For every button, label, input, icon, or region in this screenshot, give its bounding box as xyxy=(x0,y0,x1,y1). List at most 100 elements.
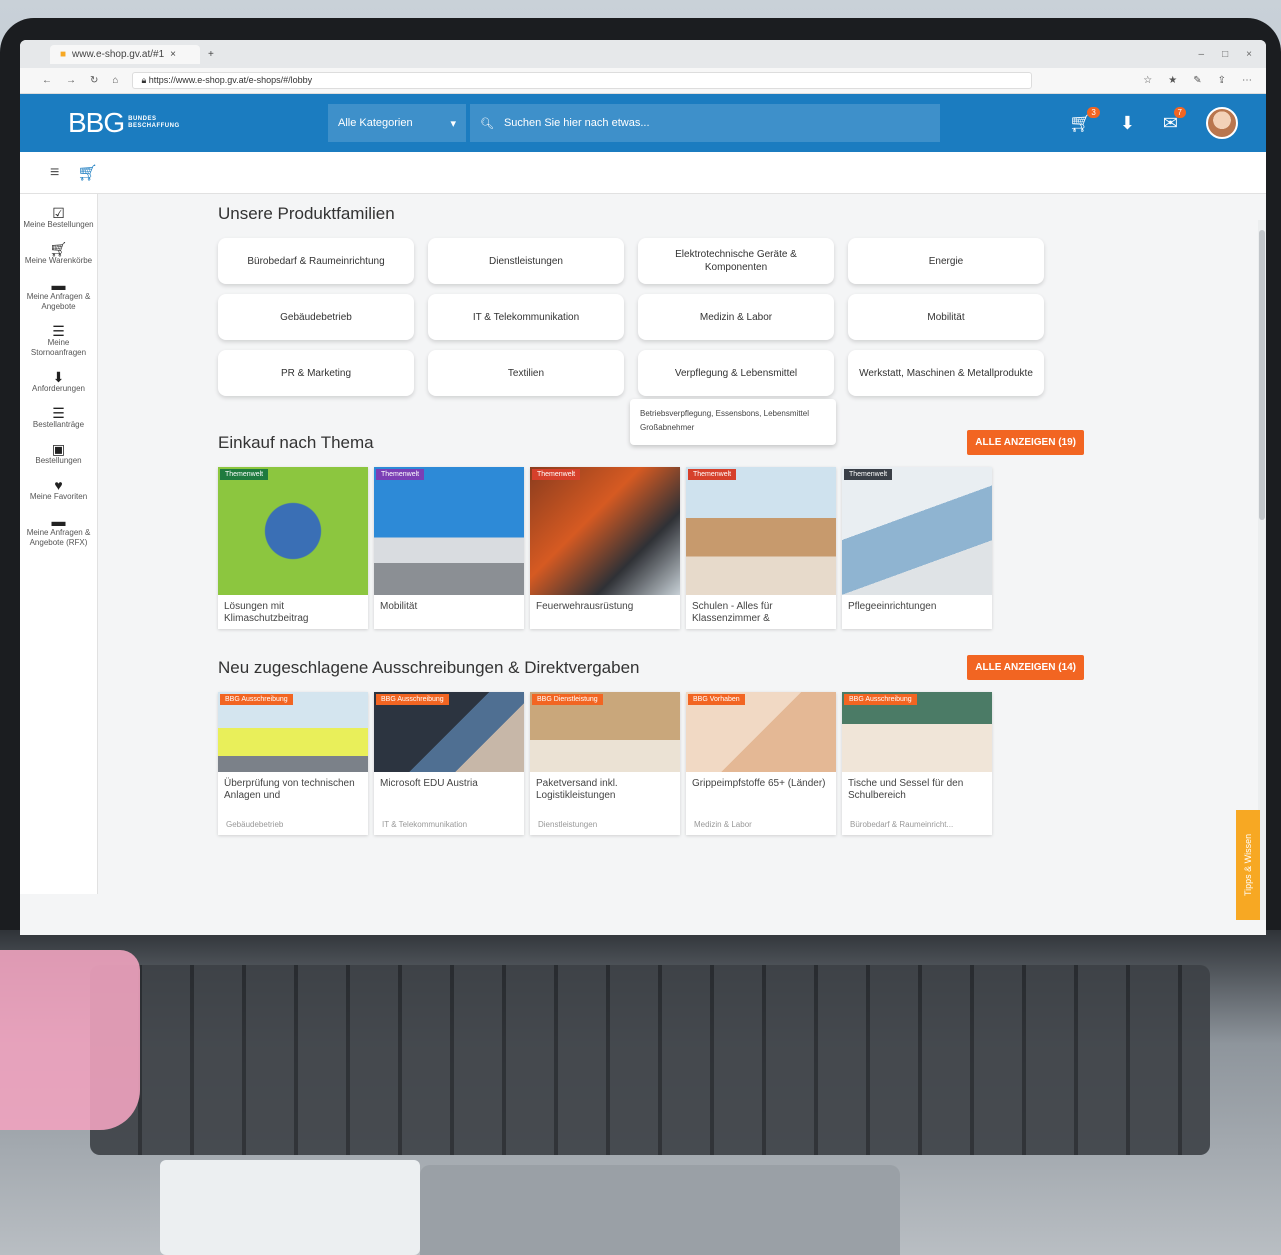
tender-title: Microsoft EDU Austria xyxy=(380,778,478,789)
more-icon[interactable]: ⋯ xyxy=(1242,75,1252,86)
sidebar-item-rfx[interactable]: ▬ Meine Anfragen & Angebote (RFX) xyxy=(22,513,96,548)
tender-title: Grippeimpfstoffe 65+ (Länder) xyxy=(692,778,826,789)
tender-tag: BBG Dienstleistung xyxy=(532,694,603,705)
theme-title: Pflegeeinrichtungen xyxy=(848,601,937,612)
sidebar-item-anforderungen[interactable]: ⬇ Anforderungen xyxy=(22,370,96,394)
sidebar-item-anfragen[interactable]: ▬ Meine Anfragen & Angebote xyxy=(22,277,96,312)
address-bar[interactable]: 🔒︎ https://www.e-shop.gv.at/e-shops/#/lo… xyxy=(132,72,1033,89)
new-tab-icon[interactable]: + xyxy=(208,49,214,60)
tender-category: Dienstleistungen xyxy=(538,820,598,829)
family-button[interactable]: IT & Telekommunikation xyxy=(428,294,624,340)
theme-title: Schulen - Alles für Klassenzimmer & xyxy=(692,601,773,624)
family-button[interactable]: Medizin & Labor xyxy=(638,294,834,340)
cart-icon: 🛒︎ xyxy=(49,241,68,257)
cart-shortcut-icon[interactable]: 🛒︎ xyxy=(77,163,97,183)
sidebar-item-label: Meine Favoriten xyxy=(29,492,88,501)
theme-tag: Themenwelt xyxy=(376,469,425,480)
pen-icon[interactable]: ✎ xyxy=(1193,75,1201,86)
sidebar-item-bestellungen-all[interactable]: ▣ Bestellungen xyxy=(22,442,96,466)
theme-card[interactable]: Themenwelt Schulen - Alles für Klassenzi… xyxy=(686,467,836,629)
tenders-header: Neu zugeschlagene Ausschreibungen & Dire… xyxy=(218,655,1084,680)
browser-tab[interactable]: ■ www.e-shop.gv.at/#1 × xyxy=(50,44,200,64)
theme-card[interactable]: Themenwelt Feuerwehrausrüstung xyxy=(530,467,680,629)
back-icon[interactable]: ← xyxy=(42,75,52,86)
family-button[interactable]: Bürobedarf & Raumeinrichtung xyxy=(218,238,414,284)
family-button[interactable]: Verpflegung & Lebensmittel xyxy=(638,350,834,396)
trackpad xyxy=(420,1165,900,1255)
page-layout: ☑ Meine Bestellungen 🛒︎ Meine Warenkörbe… xyxy=(20,194,1266,894)
family-button[interactable]: Dienstleistungen xyxy=(428,238,624,284)
scroll-thumb[interactable] xyxy=(1259,230,1265,520)
home-icon[interactable]: ⌂ xyxy=(112,75,118,86)
tender-image: BBG Ausschreibung xyxy=(374,692,524,772)
bbg-logo[interactable]: BBG BUNDES BESCHAFFUNG xyxy=(68,107,328,139)
product-families-grid: Bürobedarf & Raumeinrichtung Dienstleist… xyxy=(218,238,1044,396)
tender-category: IT & Telekommunikation xyxy=(382,820,468,829)
sidebar-item-stornoanfragen[interactable]: ☰ Meine Stornoanfragen xyxy=(22,323,96,358)
sidebar-item-bestellantraege[interactable]: ☰ Bestellanträge xyxy=(22,405,96,430)
sidebar-item-label: Meine Anfragen & Angebote xyxy=(26,292,91,311)
sidebar-item-warenkoerbe[interactable]: 🛒︎ Meine Warenkörbe xyxy=(22,241,96,266)
theme-card[interactable]: Themenwelt Mobilität xyxy=(374,467,524,629)
tender-tag: BBG Vorhaben xyxy=(688,694,745,705)
forward-icon[interactable]: → xyxy=(66,75,76,86)
tender-card[interactable]: BBG Ausschreibung Tische und Sessel für … xyxy=(842,692,992,835)
sidebar-item-favoriten[interactable]: ♥ Meine Favoriten xyxy=(22,477,96,502)
chat-icon: ▬ xyxy=(51,277,66,293)
theme-card[interactable]: Themenwelt Pflegeeinrichtungen xyxy=(842,467,992,629)
tips-tab[interactable]: Tipps & Wissen xyxy=(1236,810,1260,920)
tenders-show-all-button[interactable]: ALLE ANZEIGEN (14) xyxy=(967,655,1084,680)
theme-card[interactable]: Themenwelt Lösungen mit Klimaschutzbeitr… xyxy=(218,467,368,629)
search-input[interactable]: 🔍︎ Suchen Sie hier nach etwas... xyxy=(470,104,940,142)
tender-tag: BBG Ausschreibung xyxy=(376,694,449,705)
tender-card[interactable]: BBG Ausschreibung Überprüfung von techni… xyxy=(218,692,368,835)
family-tooltip[interactable]: Betriebsverpflegung, Essensbons, Lebensm… xyxy=(630,399,836,445)
mail-icon[interactable]: ✉ 7 xyxy=(1163,106,1186,134)
cart-icon[interactable]: 🛒︎ 3 xyxy=(1069,106,1100,134)
family-button[interactable]: Werkstatt, Maschinen & Metallprodukte xyxy=(848,350,1044,396)
chat-icon: ▬ xyxy=(51,513,66,529)
hamburger-menu-icon[interactable]: ≡ xyxy=(50,164,59,182)
browser-toolbar: ← → ↻ ⌂ 🔒︎ https://www.e-shop.gv.at/e-sh… xyxy=(20,68,1266,94)
category-select[interactable]: Alle Kategorien ▾ xyxy=(328,104,466,142)
sidebar-item-label: Bestellanträge xyxy=(32,420,85,429)
white-object xyxy=(160,1160,420,1255)
minimize-icon[interactable]: – xyxy=(1199,49,1205,60)
sidebar-item-label: Meine Stornoanfragen xyxy=(30,338,87,357)
tender-card[interactable]: BBG Ausschreibung Microsoft EDU Austria … xyxy=(374,692,524,835)
sidebar-item-bestellungen[interactable]: ☑ Meine Bestellungen xyxy=(22,206,96,230)
cancel-list-icon: ☰ xyxy=(52,323,65,339)
family-button[interactable]: Elektrotechnische Geräte & Komponenten xyxy=(638,238,834,284)
favorite-star-icon[interactable]: ☆ xyxy=(1143,75,1152,86)
list-icon: ☰ xyxy=(52,405,65,421)
reload-icon[interactable]: ↻ xyxy=(90,75,98,86)
theme-title: Feuerwehrausrüstung xyxy=(536,601,634,612)
family-button[interactable]: Gebäudebetrieb xyxy=(218,294,414,340)
keyboard xyxy=(90,965,1210,1155)
tender-image: BBG Ausschreibung xyxy=(218,692,368,772)
family-button[interactable]: Textilien xyxy=(428,350,624,396)
favorites-icon[interactable]: ★ xyxy=(1168,75,1177,86)
theme-image: Themenwelt xyxy=(686,467,836,595)
logo-sub: BUNDES BESCHAFFUNG xyxy=(128,116,180,129)
download-box-icon[interactable]: ⬇ xyxy=(1120,113,1135,134)
tab-close-icon[interactable]: × xyxy=(170,49,176,60)
family-button[interactable]: PR & Marketing xyxy=(218,350,414,396)
tender-category: Bürobedarf & Raumeinricht... xyxy=(850,820,954,829)
close-icon[interactable]: × xyxy=(1246,49,1252,60)
heart-icon: ♥ xyxy=(54,477,63,493)
theme-title: Lösungen mit Klimaschutzbeitrag xyxy=(224,601,309,624)
tender-card[interactable]: BBG Dienstleistung Paketversand inkl. Lo… xyxy=(530,692,680,835)
main-content: Unsere Produktfamilien Bürobedarf & Raum… xyxy=(98,194,1266,894)
sidebar-item-label: Meine Bestellungen xyxy=(23,220,94,229)
tender-card[interactable]: BBG Vorhaben Grippeimpfstoffe 65+ (Lände… xyxy=(686,692,836,835)
share-icon[interactable]: ⇪ xyxy=(1218,75,1226,86)
screen: ■ www.e-shop.gv.at/#1 × + – □ × ← → ↻ ⌂ … xyxy=(20,40,1266,935)
tab-favicon-icon: ■ xyxy=(60,48,67,60)
family-button[interactable]: Mobilität xyxy=(848,294,1044,340)
family-button[interactable]: Energie xyxy=(848,238,1044,284)
theme-image: Themenwelt xyxy=(530,467,680,595)
maximize-icon[interactable]: □ xyxy=(1222,49,1228,60)
avatar[interactable] xyxy=(1206,107,1238,139)
themes-show-all-button[interactable]: ALLE ANZEIGEN (19) xyxy=(967,430,1084,455)
